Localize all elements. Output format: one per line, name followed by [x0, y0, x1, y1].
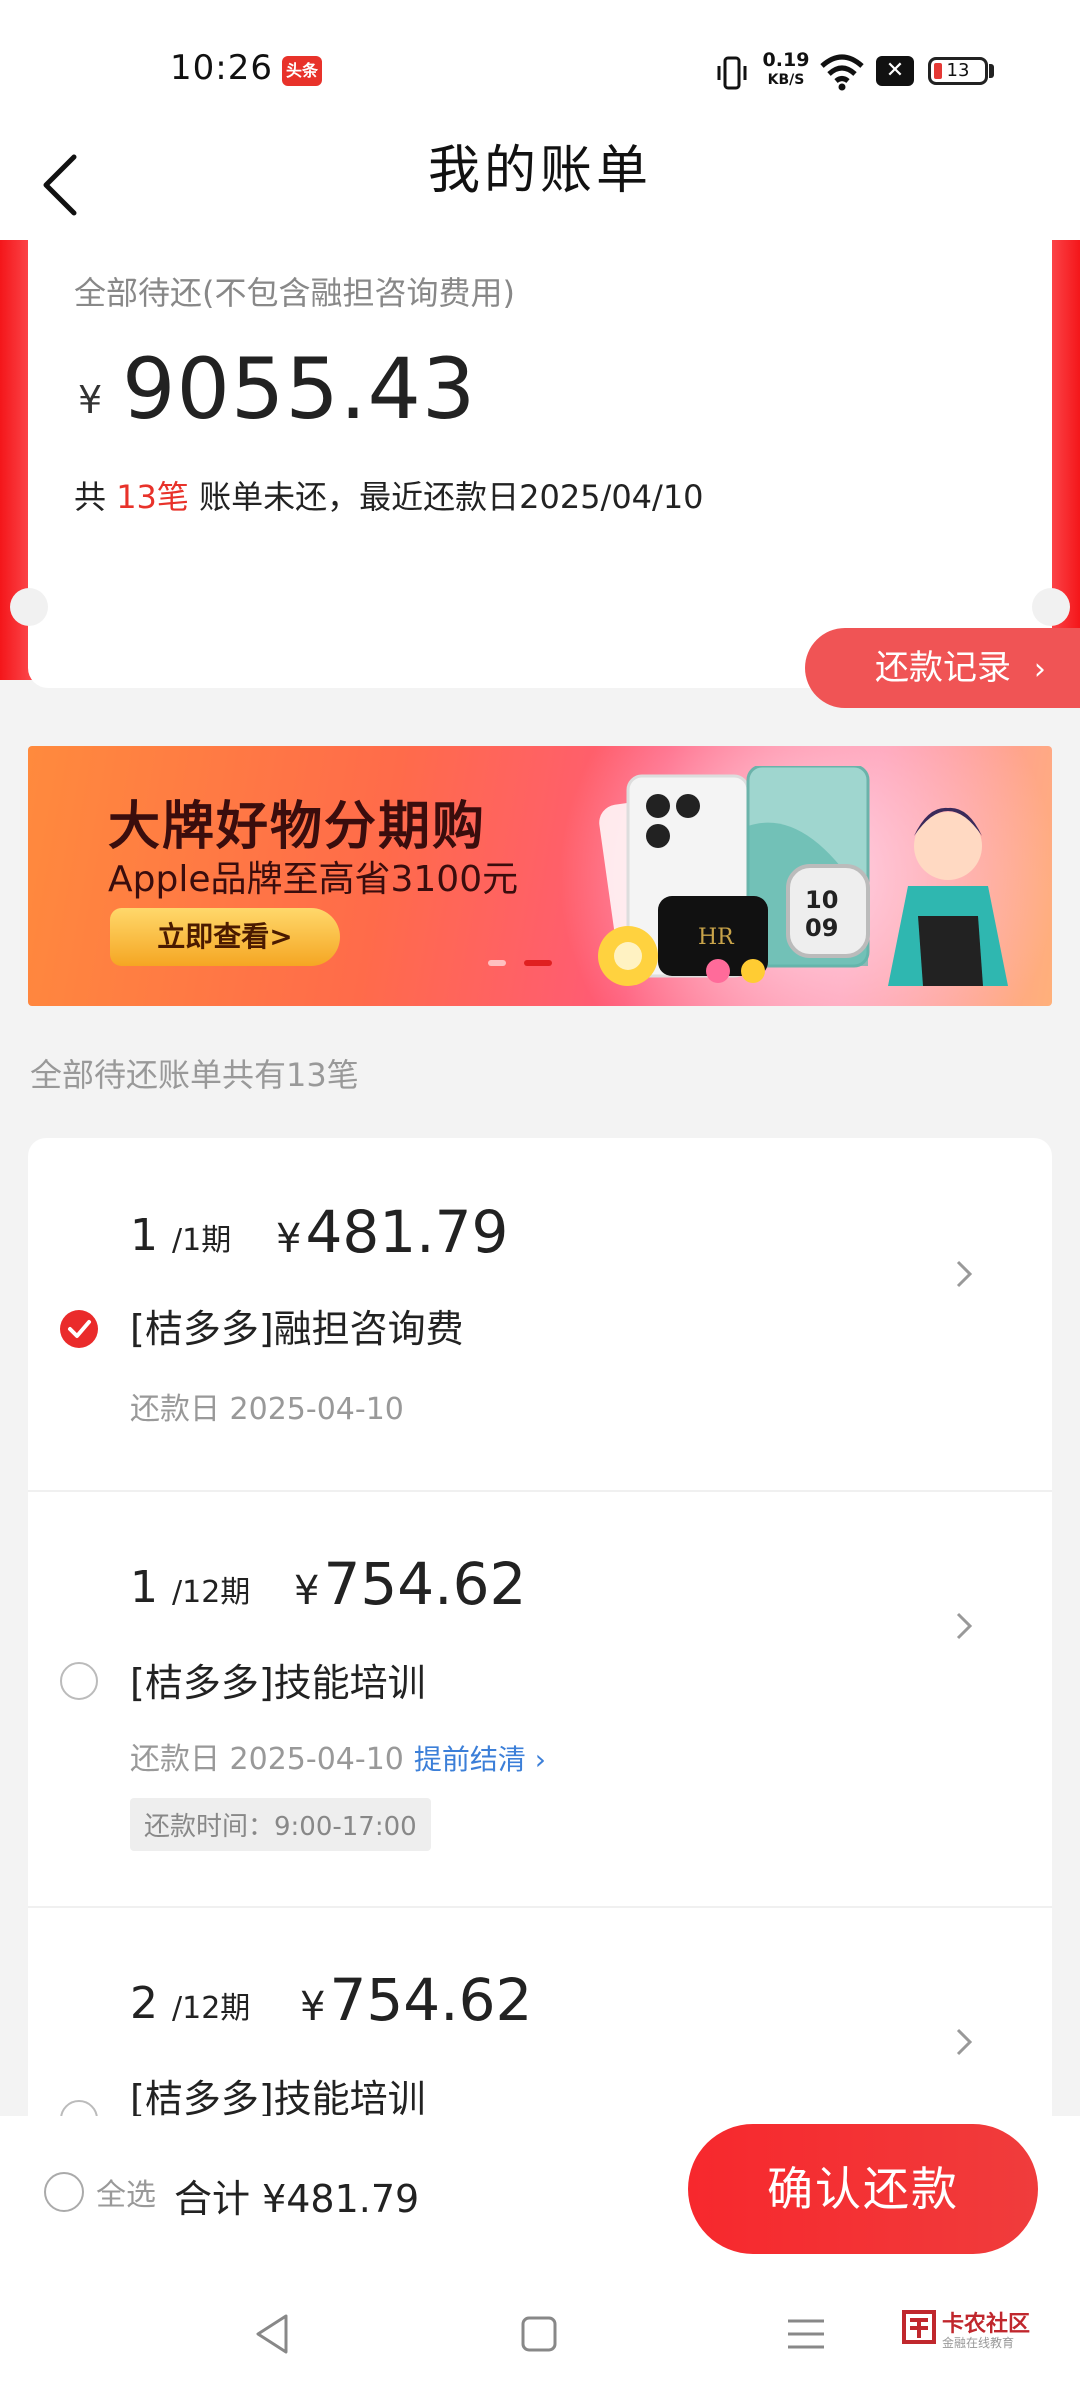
bill-amount: ¥754.62: [294, 1550, 527, 1618]
bill-period: 1 /1期: [130, 1210, 232, 1261]
banner-view-button[interactable]: 立即查看>: [110, 908, 340, 966]
list-item[interactable]: 1 /1期 ¥481.79 [桔多多]融担咨询费 还款日 2025-04-10: [28, 1138, 1052, 1490]
bill-amount: ¥481.79: [276, 1198, 509, 1266]
net-speed: 0.19 KB/S: [762, 49, 810, 88]
chevron-right-icon: [956, 1260, 973, 1288]
bill-checkbox-checked[interactable]: [60, 1310, 98, 1348]
confirm-repayment-button[interactable]: 确认还款: [688, 2124, 1038, 2254]
select-all-label[interactable]: 全选: [96, 2170, 156, 2214]
bills-count: 13笔: [116, 478, 189, 516]
bill-amount: ¥754.62: [300, 1966, 533, 2034]
summary-amount: 9055.43: [122, 340, 477, 438]
banner-indicator-dot-active: [524, 960, 552, 966]
banner-products-image: HR 10 09: [598, 766, 1008, 986]
bill-name: [桔多多]技能培训: [130, 2077, 426, 2118]
bill-due-date: 还款日 2025-04-10 提前结清 ›: [130, 1742, 547, 1777]
card-notch-left: [10, 588, 48, 626]
watermark-subtitle: 金融在线教育: [942, 2336, 1015, 2350]
list-item[interactable]: 2 /12期 ¥754.62 [桔多多]技能培训: [28, 1908, 1052, 2118]
bill-checkbox[interactable]: [60, 1662, 98, 1700]
svg-text:HR: HR: [698, 925, 735, 950]
summary-currency: ¥: [78, 378, 103, 422]
check-icon: [68, 1320, 91, 1338]
svg-text:10: 10: [805, 886, 838, 914]
banner-subtitle: Apple品牌至高省3100元: [108, 859, 519, 900]
bill-name: [桔多多]技能培训: [130, 1661, 426, 1705]
list-item[interactable]: 1 /12期 ¥754.62 [桔多多]技能培训 还款日 2025-04-10 提…: [28, 1492, 1052, 1906]
bill-period: 1 /12期: [130, 1562, 251, 1613]
summary-bills-info: 共 13笔 账单未还，最近还款日2025/04/10: [74, 478, 704, 516]
nav-home-icon[interactable]: [520, 2314, 558, 2354]
bill-period: 2 /12期: [130, 1978, 251, 2029]
status-time: 10:26: [170, 48, 273, 88]
battery-icon: 13: [928, 57, 988, 85]
banner-title: 大牌好物分期购: [108, 797, 487, 857]
bill-name: [桔多多]融担咨询费: [130, 1307, 464, 1351]
early-payoff-link[interactable]: 提前结清 ›: [414, 1743, 546, 1776]
nav-back-icon[interactable]: [252, 2312, 292, 2356]
svg-text:09: 09: [805, 914, 838, 942]
bill-list: 1 /1期 ¥481.79 [桔多多]融担咨询费 还款日 2025-04-10 …: [28, 1138, 1052, 2118]
repayment-time-tag: 还款时间：9:00-17:00: [130, 1798, 431, 1851]
repayment-record-button[interactable]: 还款记录 ›: [805, 628, 1080, 708]
promo-banner[interactable]: 大牌好物分期购 Apple品牌至高省3100元 立即查看> HR 10 09: [28, 746, 1052, 1006]
chevron-right-icon: ›: [1033, 652, 1046, 687]
banner-indicator-dot: [488, 960, 506, 966]
summary-label: 全部待还(不包含融担咨询费用): [74, 274, 515, 312]
battery-tip: [989, 64, 994, 78]
news-app-icon: 头条: [282, 56, 322, 86]
bill-list-label: 全部待还账单共有13笔: [30, 1056, 359, 1094]
status-bar: [0, 0, 1080, 130]
notification-x-icon: ✕: [876, 56, 914, 86]
total-amount: 合计 ¥481.79: [174, 2177, 420, 2221]
page-title: 我的账单: [427, 141, 652, 201]
card-notch-right: [1032, 588, 1070, 626]
wifi-icon: [820, 54, 864, 91]
chevron-right-icon: [956, 2028, 973, 2056]
select-all-checkbox[interactable]: [44, 2172, 84, 2212]
nav-menu-icon[interactable]: [786, 2316, 826, 2352]
vibrate-icon: [717, 56, 747, 90]
chevron-right-icon: [956, 1612, 973, 1640]
watermark-logo-icon: [902, 2310, 936, 2344]
bill-due-date: 还款日 2025-04-10: [130, 1392, 404, 1427]
